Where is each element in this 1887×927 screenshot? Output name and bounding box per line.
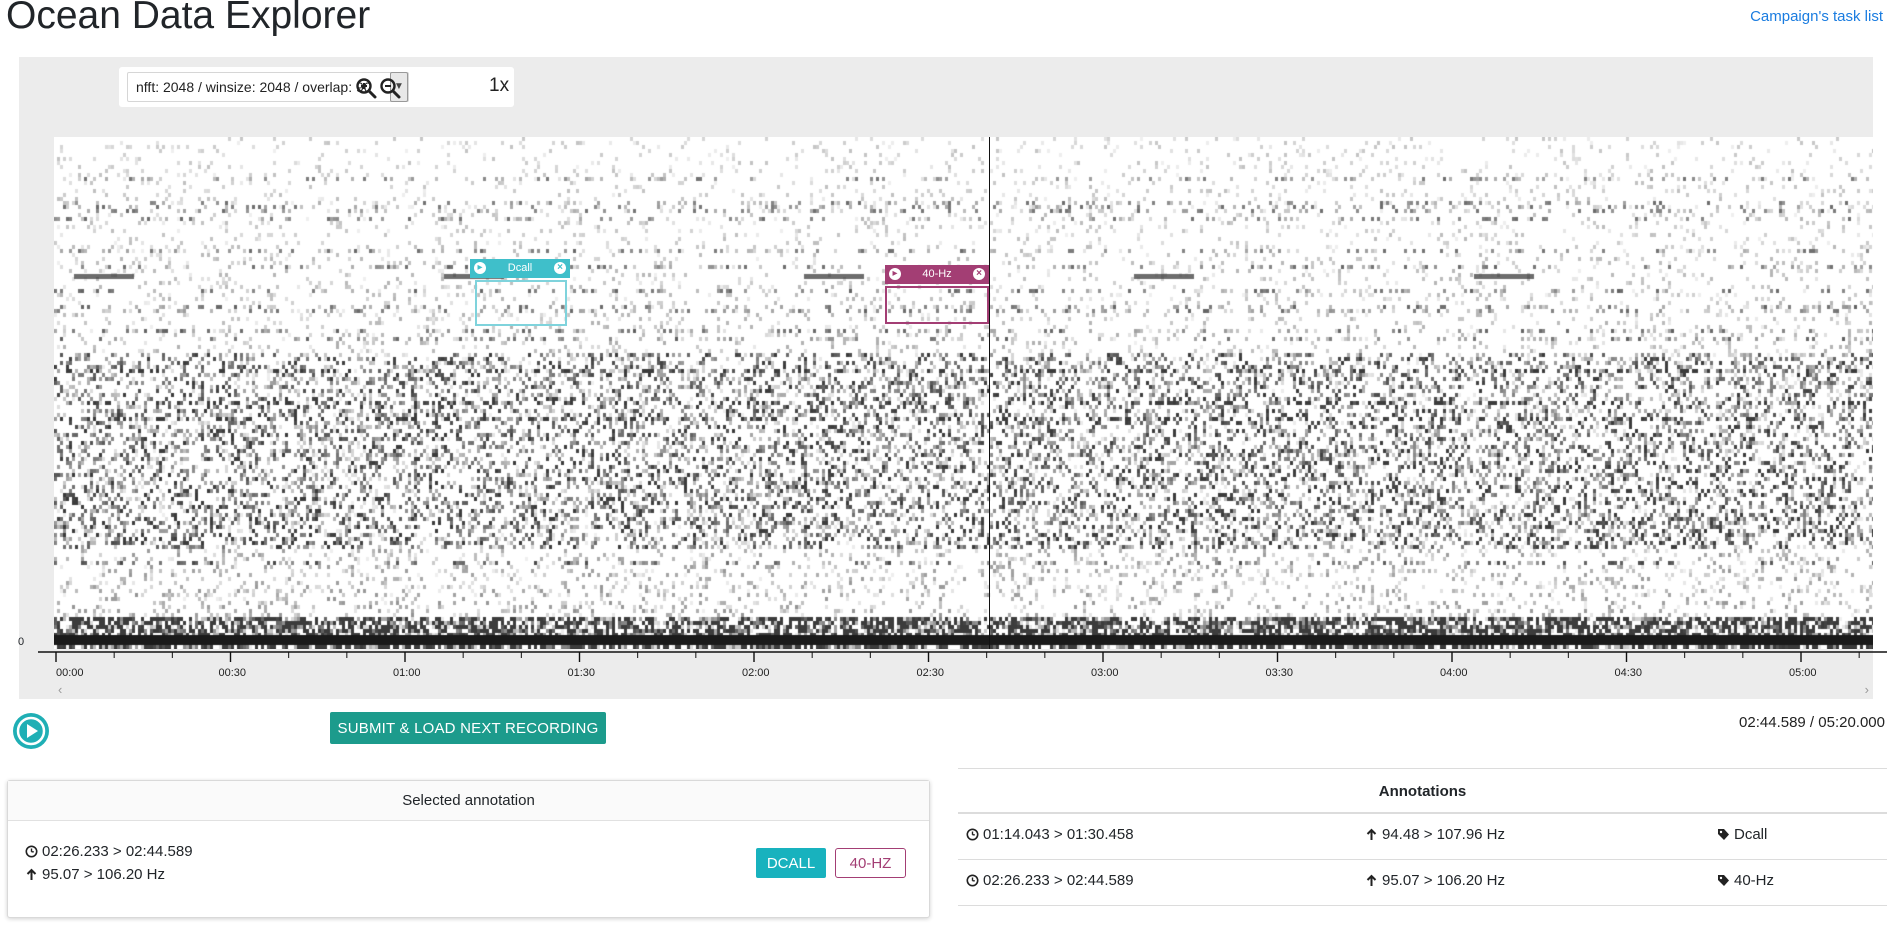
selected-time-range: 02:26.233 > 02:44.589 xyxy=(25,843,193,860)
time-tick-label: 05:00 xyxy=(1789,667,1817,679)
time-tick-label: 03:00 xyxy=(1091,667,1119,679)
campaign-task-list-link[interactable]: Campaign's task list xyxy=(1750,8,1883,25)
arrow-up-icon xyxy=(1366,874,1377,886)
time-tick-label: 02:30 xyxy=(917,667,945,679)
annotation-freq-value: 94.48 > 107.96 Hz xyxy=(1382,826,1506,843)
annotation-freq-value: 95.07 > 106.20 Hz xyxy=(1382,872,1506,889)
playback-cursor xyxy=(989,137,990,649)
annotation-box-label: 40-Hz xyxy=(922,268,952,280)
annotation-box-dcall[interactable] xyxy=(475,280,567,326)
annotation-box-label: Dcall xyxy=(507,262,533,274)
submit-load-next-button[interactable]: SUBMIT & LOAD NEXT RECORDING xyxy=(330,712,606,744)
annotation-tag: Dcall xyxy=(1717,826,1767,843)
spectrogram-controls: nfft: 2048 / winsize: 2048 / overlap: 90… xyxy=(119,67,514,107)
scroll-right-icon[interactable]: › xyxy=(1865,682,1869,697)
annotation-tag: 40-Hz xyxy=(1717,872,1774,889)
annotation-box-40hz[interactable] xyxy=(885,286,989,324)
tag-icon xyxy=(1718,829,1729,840)
spectrogram-canvas[interactable] xyxy=(54,137,1873,649)
annotation-time: 01:14.043 > 01:30.458 xyxy=(966,826,1134,843)
clock-icon xyxy=(966,828,979,841)
time-tick-label: 00:30 xyxy=(219,667,247,679)
selected-freq-range: 95.07 > 106.20 Hz xyxy=(25,866,165,883)
zoom-level: 1x xyxy=(489,75,510,96)
annotation-box-header-dcall[interactable]: ▸ Dcall × xyxy=(470,259,570,278)
time-tick-label: 00:00 xyxy=(56,667,84,679)
time-tick-label: 01:30 xyxy=(568,667,596,679)
close-icon[interactable]: × xyxy=(554,262,566,274)
annotations-table: Annotations 01:14.043 > 01:30.458 94.48 … xyxy=(958,768,1887,906)
tag-40hz-button[interactable]: 40-HZ xyxy=(835,848,906,878)
clock-icon xyxy=(25,845,38,858)
tag-dcall-button[interactable]: DCALL xyxy=(756,848,826,878)
spectro-params-value: nfft: 2048 / winsize: 2048 / overlap: 90 xyxy=(136,79,372,95)
tag-icon xyxy=(1718,875,1729,886)
scroll-left-icon[interactable]: ‹ xyxy=(58,682,62,697)
play-button[interactable] xyxy=(13,713,49,749)
time-tick-label: 04:30 xyxy=(1615,667,1643,679)
annotation-box-header-40hz[interactable]: ▸ 40-Hz × xyxy=(885,265,989,284)
annotation-time: 02:26.233 > 02:44.589 xyxy=(966,872,1134,889)
time-tick-label: 03:30 xyxy=(1266,667,1294,679)
annotation-freq: 94.48 > 107.96 Hz xyxy=(1365,826,1505,843)
clock-icon xyxy=(966,874,979,887)
play-annotation-icon[interactable]: ▸ xyxy=(474,262,486,274)
selected-annotation-header: Selected annotation xyxy=(8,781,929,821)
playback-time-readout: 02:44.589 / 05:20.000 xyxy=(1739,714,1885,731)
zoom-out-icon[interactable] xyxy=(379,77,401,99)
close-icon[interactable]: × xyxy=(973,268,985,280)
arrow-up-icon xyxy=(1366,828,1377,840)
annotation-time-value: 01:14.043 > 01:30.458 xyxy=(983,826,1134,843)
annotation-freq: 95.07 > 106.20 Hz xyxy=(1365,872,1505,889)
selected-time-value: 02:26.233 > 02:44.589 xyxy=(42,843,193,860)
horizontal-scrollbar[interactable]: ‹ › xyxy=(54,682,1873,698)
time-axis: 00:00 00:30 01:00 01:30 02:00 02:30 03:00 03:30… xyxy=(38,651,1887,679)
annotation-row[interactable]: 01:14.043 > 01:30.458 94.48 > 107.96 Hz … xyxy=(958,814,1887,860)
annotation-tag-value: Dcall xyxy=(1734,826,1768,843)
time-tick-label: 02:00 xyxy=(742,667,770,679)
annotation-row[interactable]: 02:26.233 > 02:44.589 95.07 > 106.20 Hz … xyxy=(958,860,1887,906)
play-annotation-icon[interactable]: ▸ xyxy=(889,268,901,280)
zoom-in-icon[interactable] xyxy=(355,77,377,99)
play-icon xyxy=(16,716,46,746)
selected-annotation-card: Selected annotation 02:26.233 > 02:44.58… xyxy=(7,780,930,918)
time-tick-label: 04:00 xyxy=(1440,667,1468,679)
selected-freq-value: 95.07 > 106.20 Hz xyxy=(42,866,166,883)
time-tick-label: 01:00 xyxy=(393,667,421,679)
annotation-tag-value: 40-Hz xyxy=(1734,872,1775,889)
app-title: Ocean Data Explorer xyxy=(6,0,371,37)
annotations-header: Annotations xyxy=(958,768,1887,814)
annotation-time-value: 02:26.233 > 02:44.589 xyxy=(983,872,1134,889)
arrow-up-icon xyxy=(26,868,37,880)
